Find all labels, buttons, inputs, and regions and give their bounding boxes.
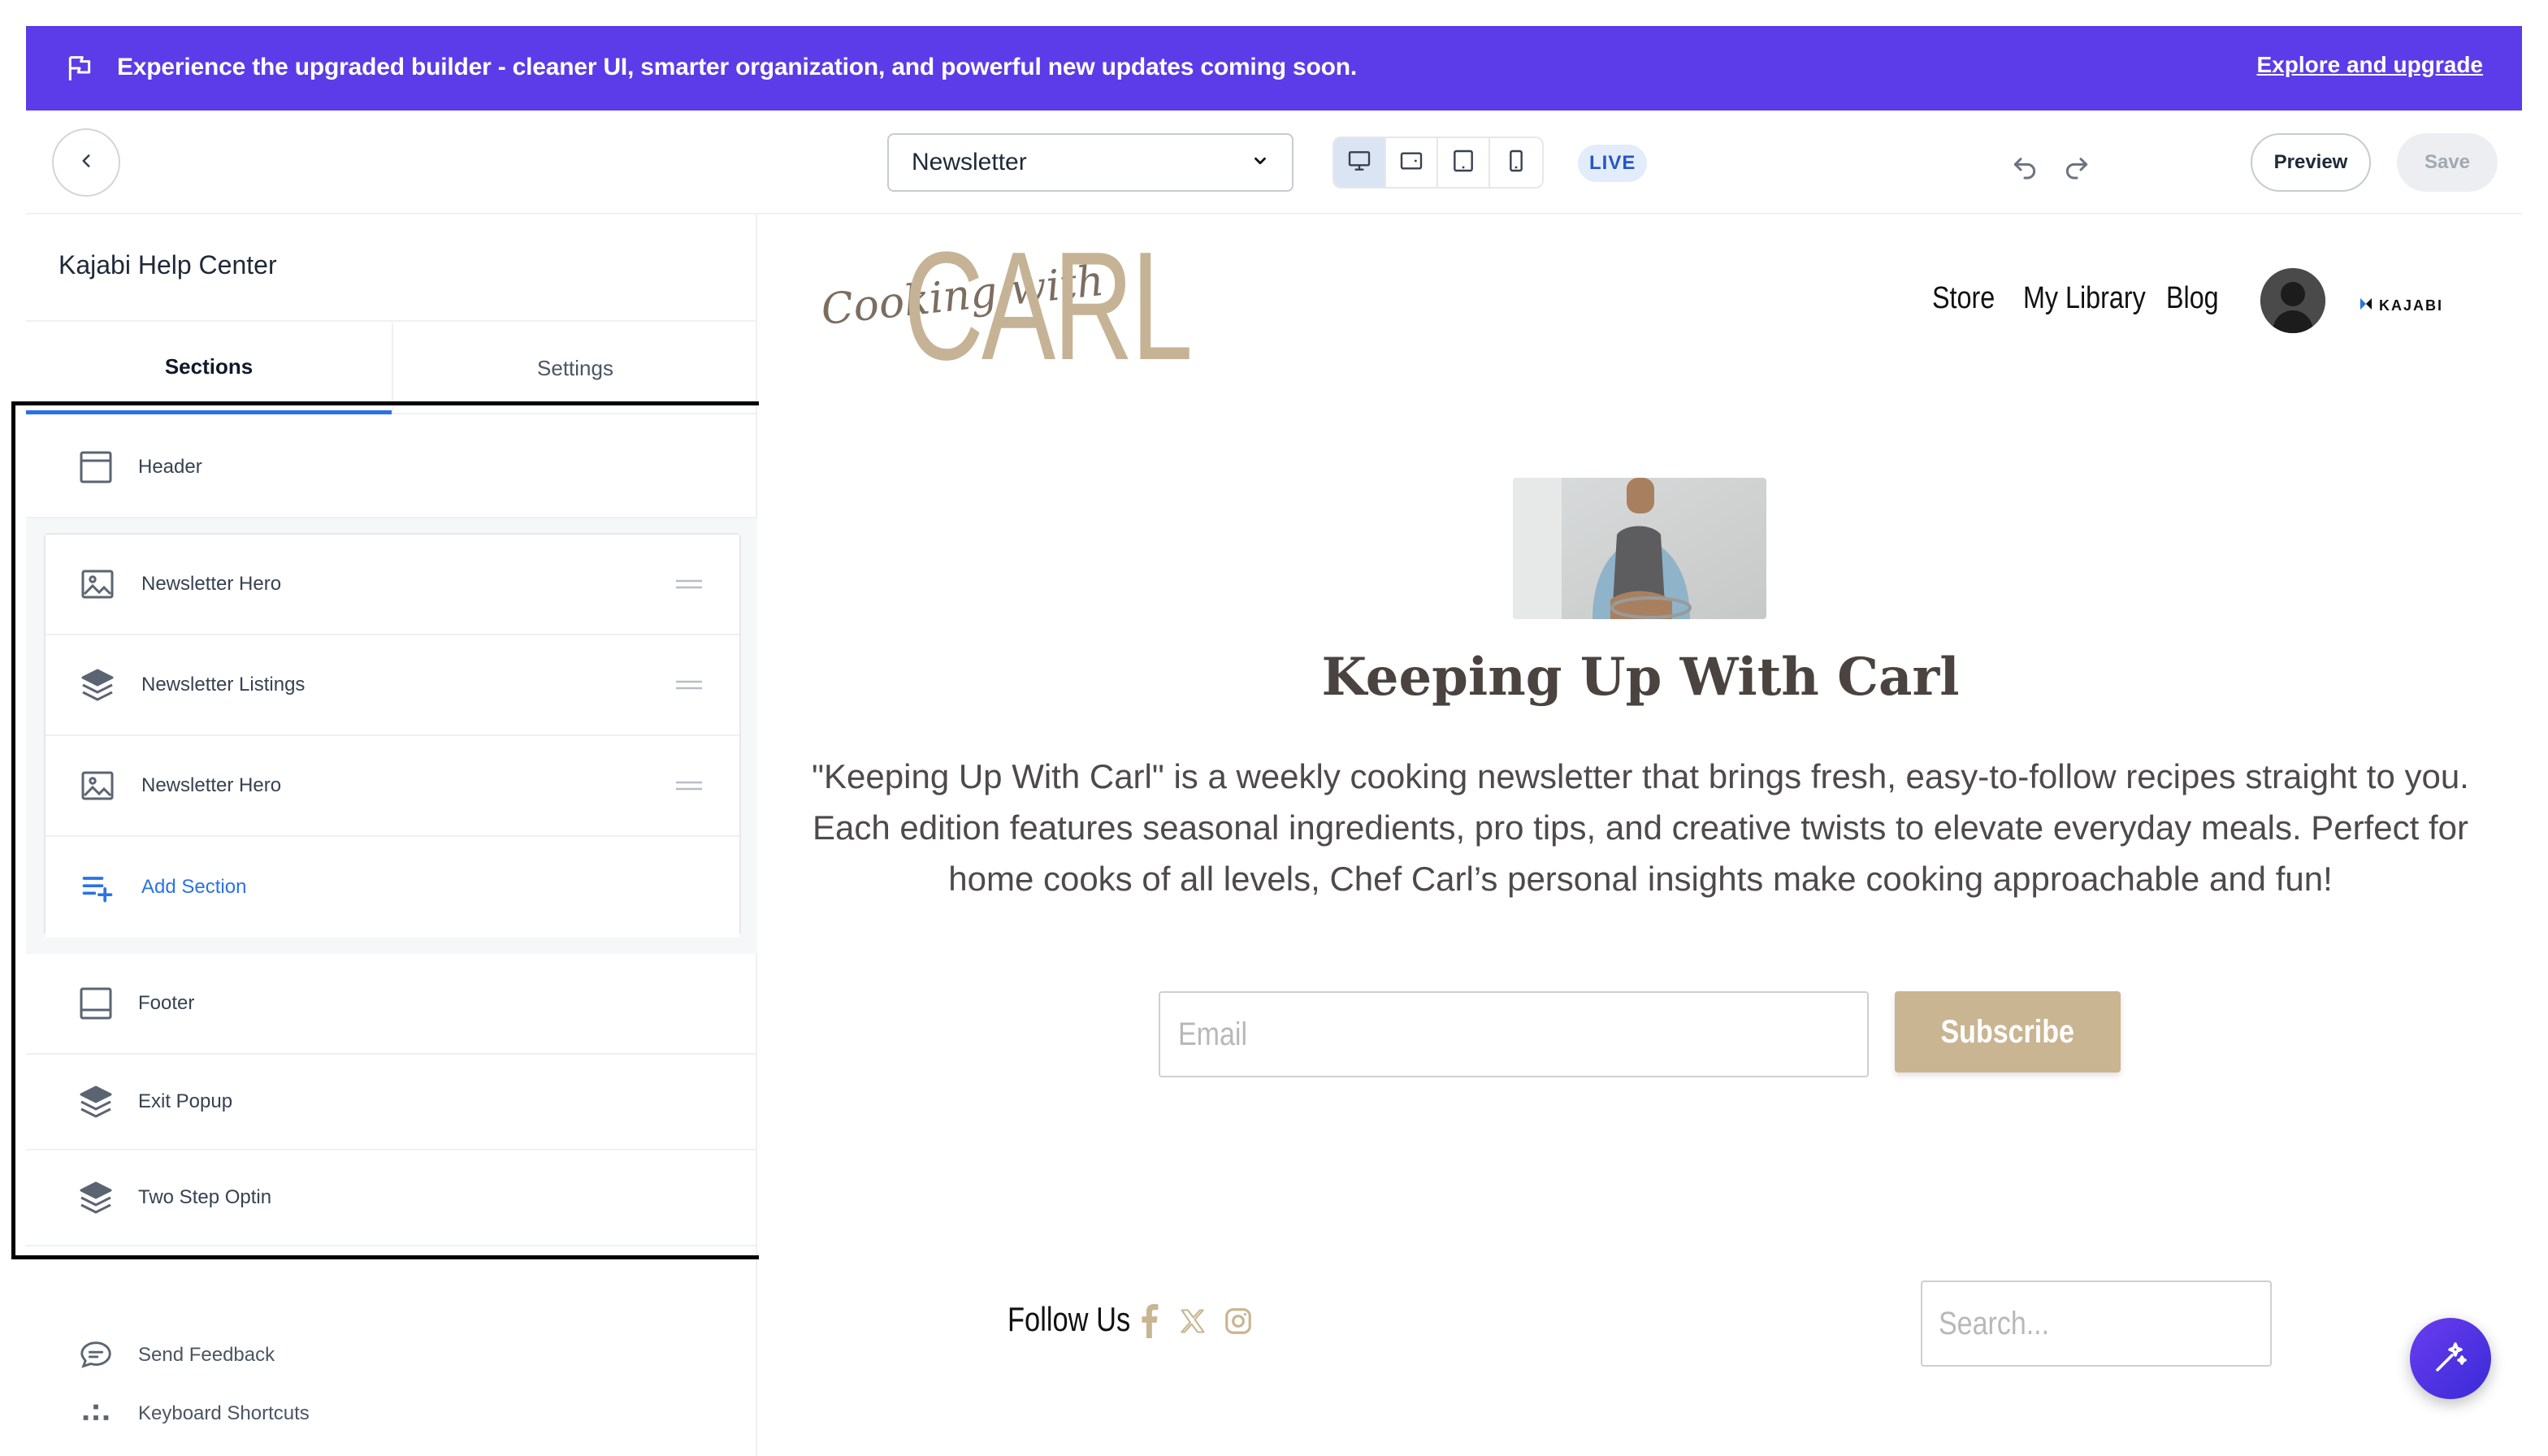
redo-icon[interactable] <box>2060 150 2093 182</box>
section-newsletter-listings[interactable]: Newsletter Listings <box>46 635 739 736</box>
mobile-icon <box>1503 148 1529 178</box>
desktop-icon <box>1346 148 1372 178</box>
subscribe-button[interactable]: Subscribe <box>1895 991 2121 1072</box>
image-icon <box>76 563 119 605</box>
popup-label: Exit Popup <box>138 1090 233 1112</box>
content-sections-list: Newsletter Hero Newsletter Listings News <box>44 533 741 938</box>
utility-label: Keyboard Shortcuts <box>138 1402 310 1424</box>
nav-link-my-library[interactable]: My Library <box>2023 281 2146 316</box>
device-mobile-button[interactable] <box>1490 138 1542 187</box>
announcement-banner: Experience the upgraded builder - cleane… <box>26 26 2522 110</box>
popup-two-step-optin[interactable]: Two Step Optin <box>26 1150 757 1246</box>
banner-message: Experience the upgraded builder - cleane… <box>117 54 1357 80</box>
nav-link-store[interactable]: Store <box>1932 281 1995 316</box>
email-placeholder: Email <box>1178 1016 1248 1052</box>
flag-icon <box>63 52 96 84</box>
nav-link-blog[interactable]: Blog <box>2166 281 2219 316</box>
device-laptop-button[interactable] <box>1386 138 1438 187</box>
explore-upgrade-link[interactable]: Explore and upgrade <box>2257 52 2484 78</box>
drag-handle-icon[interactable] <box>676 678 702 691</box>
preview-button[interactable]: Preview <box>2251 133 2371 192</box>
drag-handle-icon[interactable] <box>676 578 702 591</box>
popup-exit[interactable]: Exit Popup <box>26 1055 757 1150</box>
instagram-icon[interactable] <box>1222 1303 1254 1339</box>
undo-icon[interactable] <box>2008 150 2041 182</box>
add-section-button[interactable]: Add Section <box>46 837 739 938</box>
send-feedback-link[interactable]: Send Feedback <box>26 1331 757 1380</box>
tablet-icon <box>1450 148 1476 178</box>
layers-icon <box>75 1176 117 1219</box>
section-label: Newsletter Hero <box>141 774 282 796</box>
utility-label: Send Feedback <box>138 1344 275 1366</box>
chat-bubble-icon <box>75 1334 117 1376</box>
help-center-title[interactable]: Kajabi Help Center <box>58 250 277 280</box>
add-list-icon <box>76 866 119 908</box>
tab-sections[interactable]: Sections <box>26 323 392 414</box>
builder-toolbar: Newsletter LIVE Preview Save <box>26 110 2522 214</box>
search-placeholder: Search... <box>1939 1305 2050 1341</box>
chevron-left-icon <box>76 150 97 176</box>
section-label: Header <box>138 456 202 478</box>
header-layout-icon <box>75 446 117 488</box>
site-logo[interactable]: CARL <box>904 229 1193 384</box>
device-switcher <box>1332 136 1544 188</box>
sparkle-wand-icon <box>2431 1337 2470 1380</box>
kajabi-badge-label: KAJABI <box>2379 297 2444 314</box>
device-tablet-button[interactable] <box>1438 138 1490 187</box>
keyboard-icon <box>75 1396 117 1428</box>
keyboard-shortcuts-link[interactable]: Keyboard Shortcuts <box>26 1396 757 1428</box>
follow-us-label: Follow Us <box>1008 1300 1131 1338</box>
section-label: Newsletter Hero <box>141 573 282 595</box>
page-select-value: Newsletter <box>912 149 1027 176</box>
page-select[interactable]: Newsletter <box>887 133 1294 192</box>
kajabi-badge[interactable]: KAJABI <box>2358 296 2443 316</box>
hero-title: Keeping Up With Carl <box>1321 647 1960 708</box>
kajabi-logo-icon <box>2358 296 2374 316</box>
chevron-down-icon <box>1251 149 1269 176</box>
page-preview-canvas: Cooking with CARL Store My Library Blog … <box>759 214 2522 1456</box>
site-search-input[interactable]: Search... <box>1921 1280 2272 1367</box>
section-label: Footer <box>138 992 195 1014</box>
hero-photo <box>1513 478 1766 619</box>
section-footer[interactable]: Footer <box>26 954 757 1055</box>
subscribe-label: Subscribe <box>1940 1013 2075 1050</box>
back-button[interactable] <box>52 128 120 197</box>
layers-icon <box>75 1081 117 1123</box>
tab-settings[interactable]: Settings <box>392 323 757 414</box>
image-icon <box>76 765 119 807</box>
user-avatar[interactable] <box>2260 268 2325 333</box>
drag-handle-icon[interactable] <box>676 779 702 792</box>
footer-layout-icon <box>75 982 117 1025</box>
divider <box>26 320 757 322</box>
section-newsletter-hero[interactable]: Newsletter Hero <box>46 535 739 635</box>
save-button[interactable]: Save <box>2397 133 2498 192</box>
ai-assistant-button[interactable] <box>2410 1318 2491 1399</box>
popup-label: Two Step Optin <box>138 1186 272 1208</box>
hero-description: "Keeping Up With Carl" is a weekly cooki… <box>812 757 2469 898</box>
email-input[interactable]: Email <box>1159 991 1869 1077</box>
facebook-icon[interactable] <box>1133 1303 1165 1339</box>
content-sections-group: Newsletter Hero Newsletter Listings News <box>26 518 757 954</box>
add-section-label: Add Section <box>141 876 247 898</box>
device-desktop-button[interactable] <box>1334 138 1386 187</box>
live-status-badge: LIVE <box>1578 145 1648 182</box>
layers-icon <box>76 664 119 706</box>
section-label: Newsletter Listings <box>141 674 306 696</box>
section-header[interactable]: Header <box>26 418 757 518</box>
section-newsletter-hero-2[interactable]: Newsletter Hero <box>46 736 739 837</box>
sections-sidebar: Kajabi Help Center Sections Settings Hea… <box>26 214 757 1456</box>
x-twitter-icon[interactable] <box>1176 1303 1209 1339</box>
sidebar-tabs: Sections Settings <box>26 323 757 414</box>
laptop-icon <box>1398 148 1424 178</box>
